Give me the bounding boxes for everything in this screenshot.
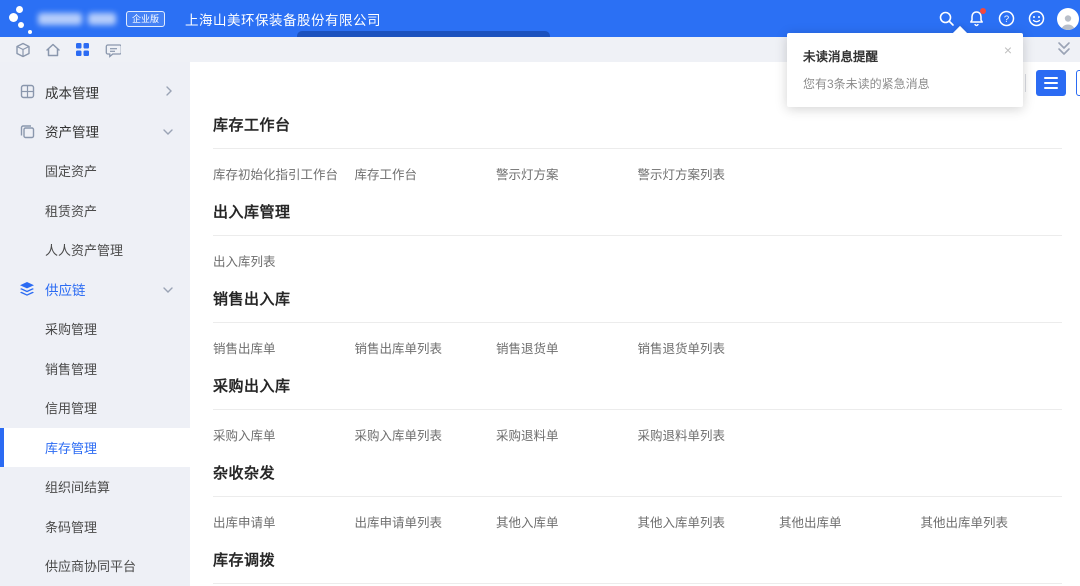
menu-link[interactable]: 其他出库单 xyxy=(779,515,921,532)
sidebar-item-purchase-management[interactable]: 采购管理 xyxy=(0,309,190,349)
section-inventory-transfer: 库存调拨 xyxy=(213,551,1062,584)
sidebar-item-label: 租赁资产 xyxy=(45,201,97,220)
double-chevron-down-icon[interactable] xyxy=(1055,40,1072,57)
section-title: 销售出入库 xyxy=(213,290,1062,310)
menu-link[interactable]: 出库申请单列表 xyxy=(355,515,497,532)
menu-link[interactable]: 其他出库单列表 xyxy=(921,515,1063,532)
home-icon[interactable] xyxy=(44,41,61,58)
section-sales-inout-warehouse: 销售出入库 销售出库单 销售出库单列表 销售退货单 销售退货单列表 xyxy=(213,290,1062,358)
popup-body: 您有3条未读的紧急消息 xyxy=(803,75,1007,92)
grid-outline-icon xyxy=(19,84,35,100)
edition-badge: 企业版 xyxy=(126,11,165,27)
bell-icon[interactable] xyxy=(967,10,985,28)
sidebar-item-label: 固定资产 xyxy=(45,161,97,180)
sidebar-item-fixed-assets[interactable]: 固定资产 xyxy=(0,151,190,191)
section-title: 出入库管理 xyxy=(213,203,1062,223)
svg-text:?: ? xyxy=(1003,14,1008,25)
sidebar-item-label: 条码管理 xyxy=(45,517,97,536)
section-divider xyxy=(213,409,1062,410)
section-divider xyxy=(213,496,1062,497)
cube-icon[interactable] xyxy=(14,41,31,58)
section-divider xyxy=(213,583,1062,584)
copy-icon xyxy=(19,123,35,139)
menu-link[interactable]: 采购入库单列表 xyxy=(355,428,497,445)
sidebar-item-supplier-collaboration-platform[interactable]: 供应商协同平台 xyxy=(0,546,190,586)
sidebar-item-sales-management[interactable]: 销售管理 xyxy=(0,349,190,389)
brand-logo-dots xyxy=(0,0,40,37)
section-divider xyxy=(213,322,1062,323)
popup-title: 未读消息提醒 xyxy=(803,46,1007,65)
menu-link[interactable]: 采购入库单 xyxy=(213,428,355,445)
menu-link[interactable]: 库存初始化指引工作台 xyxy=(213,167,355,184)
company-name[interactable]: 上海山美环保装备股份有限公司 xyxy=(185,9,381,29)
section-title: 库存调拨 xyxy=(213,551,1062,571)
section-divider xyxy=(213,235,1062,236)
section-inout-warehouse-management: 出入库管理 出入库列表 xyxy=(213,203,1062,271)
sidebar-item-inventory-management[interactable]: 库存管理 xyxy=(0,428,190,468)
sidebar-item-asset-management[interactable]: 资产管理 xyxy=(0,112,190,152)
chevron-right-icon xyxy=(164,85,174,100)
menu-link[interactable]: 销售退货单列表 xyxy=(638,341,780,358)
search-icon[interactable] xyxy=(937,10,955,28)
sidebar-item-supply-chain[interactable]: 供应链 xyxy=(0,270,190,310)
view-switch-controls xyxy=(1025,70,1080,96)
section-inventory-workbench: 库存工作台 库存初始化指引工作台 库存工作台 警示灯方案 警示灯方案列表 xyxy=(213,116,1062,184)
apps-grid-icon[interactable] xyxy=(74,41,91,58)
sidebar-item-cost-management[interactable]: 成本管理 xyxy=(0,72,190,112)
sidebar-item-label: 库存管理 xyxy=(45,438,97,457)
grid-view-button[interactable] xyxy=(1076,70,1080,96)
sidebar-item-label: 信用管理 xyxy=(45,398,97,417)
sidebar-nav: 成本管理 资产管理 固定资产 租赁资产 人人资产管理 供应链 采购 xyxy=(0,62,190,586)
sidebar-item-inter-org-settlement[interactable]: 组织间结算 xyxy=(0,467,190,507)
menu-overview-panel: 库存工作台 库存初始化指引工作台 库存工作台 警示灯方案 警示灯方案列表 出入库… xyxy=(190,62,1080,586)
chevron-down-icon xyxy=(162,283,174,298)
help-icon[interactable]: ? xyxy=(997,10,1015,28)
sidebar-item-everyone-asset-management[interactable]: 人人资产管理 xyxy=(0,230,190,270)
sidebar-item-leased-assets[interactable]: 租赁资产 xyxy=(0,191,190,231)
list-view-button[interactable] xyxy=(1036,70,1066,96)
menu-link[interactable]: 其他入库单列表 xyxy=(638,515,780,532)
smiley-icon[interactable] xyxy=(1027,10,1045,28)
sidebar-item-label: 成本管理 xyxy=(45,82,99,102)
menu-link[interactable]: 销售出库单 xyxy=(213,341,355,358)
unread-message-popup: 未读消息提醒 × 您有3条未读的紧急消息 xyxy=(787,33,1023,107)
sidebar-item-label: 采购管理 xyxy=(45,319,97,338)
menu-link[interactable]: 警示灯方案 xyxy=(496,167,638,184)
menu-link[interactable]: 出入库列表 xyxy=(213,254,355,271)
sidebar-item-label: 组织间结算 xyxy=(45,477,110,496)
sidebar-item-label: 供应商协同平台 xyxy=(45,556,136,575)
close-icon[interactable]: × xyxy=(1004,43,1012,57)
section-purchase-inout-warehouse: 采购出入库 采购入库单 采购入库单列表 采购退料单 采购退料单列表 xyxy=(213,377,1062,445)
layers-icon xyxy=(19,281,35,297)
sidebar-item-barcode-management[interactable]: 条码管理 xyxy=(0,507,190,547)
sidebar-item-label: 资产管理 xyxy=(45,121,99,141)
chat-icon[interactable] xyxy=(104,41,121,58)
menu-link[interactable]: 销售退货单 xyxy=(496,341,638,358)
menu-link[interactable]: 警示灯方案列表 xyxy=(638,167,780,184)
sidebar-item-credit-management[interactable]: 信用管理 xyxy=(0,388,190,428)
menu-link[interactable]: 销售出库单列表 xyxy=(355,341,497,358)
menu-link[interactable]: 采购退料单 xyxy=(496,428,638,445)
chevron-down-icon xyxy=(162,125,174,140)
divider xyxy=(1025,74,1026,92)
active-tab-shadow xyxy=(297,31,550,37)
section-misc-receipt-issue: 杂收杂发 出库申请单 出库申请单列表 其他入库单 其他入库单列表 其他出库单 其… xyxy=(213,464,1062,532)
section-title: 杂收杂发 xyxy=(213,464,1062,484)
sidebar-item-label: 供应链 xyxy=(45,279,86,299)
brand-name-blurred xyxy=(38,13,116,25)
menu-link[interactable]: 其他入库单 xyxy=(496,515,638,532)
menu-link[interactable]: 出库申请单 xyxy=(213,515,355,532)
avatar[interactable] xyxy=(1057,8,1079,30)
sidebar-item-label: 人人资产管理 xyxy=(45,240,123,259)
sidebar-item-label: 销售管理 xyxy=(45,359,97,378)
section-title: 采购出入库 xyxy=(213,377,1062,397)
menu-link[interactable]: 库存工作台 xyxy=(355,167,497,184)
unread-dot xyxy=(980,8,986,14)
section-divider xyxy=(213,148,1062,149)
section-title: 库存工作台 xyxy=(213,116,1062,136)
top-app-bar: 企业版 上海山美环保装备股份有限公司 ? xyxy=(0,0,1080,37)
menu-link[interactable]: 采购退料单列表 xyxy=(638,428,780,445)
